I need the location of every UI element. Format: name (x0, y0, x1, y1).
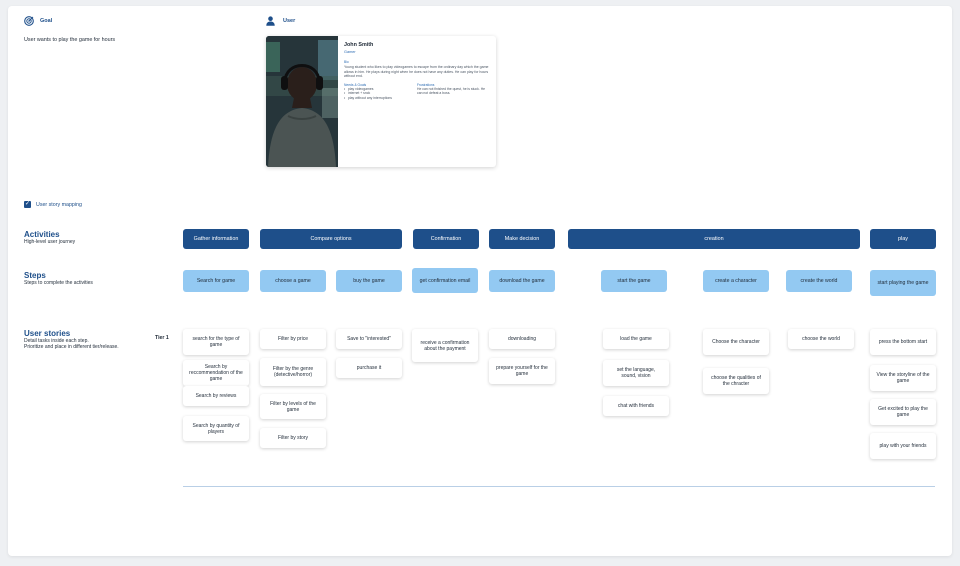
story-card[interactable]: press the bottom start (870, 329, 936, 355)
target-icon (24, 16, 34, 26)
steps-subtitle: Steps to complete the activities (24, 280, 93, 286)
story-card[interactable]: Search by reviews (183, 386, 249, 406)
stories-title: User stories (24, 329, 71, 338)
need-item: play without any interruptions (344, 96, 417, 101)
activity-card[interactable]: Make decision (489, 229, 555, 249)
story-card[interactable]: downloading (489, 329, 555, 349)
story-mapping-label: User story mapping (36, 202, 82, 208)
tier-label: Tier 1 (155, 335, 169, 341)
bio-heading: Bio (344, 60, 349, 64)
step-card[interactable]: get confirmation email (412, 268, 478, 293)
story-card[interactable]: Save to "interested" (336, 329, 402, 349)
user-label: User (283, 18, 296, 24)
goal-text: User wants to play the game for hours (24, 37, 116, 43)
step-card[interactable]: Search for game (183, 270, 249, 292)
release-divider (183, 486, 935, 487)
story-card[interactable]: Choose the character (703, 329, 769, 355)
step-card[interactable]: download the game (489, 270, 555, 292)
activities-row-label: Activities High-level user journey (24, 230, 75, 245)
story-card[interactable]: purchase it (336, 358, 402, 378)
stories-row-label: User stories Detail tasks inside each st… (24, 329, 119, 350)
story-mapping-checkbox[interactable]: ✓ (24, 201, 31, 208)
story-card[interactable]: View the storyline of the game (870, 365, 936, 391)
step-card[interactable]: start playing the game (870, 270, 936, 296)
needs-column: Needs & Goals play videogames internet +… (344, 83, 417, 101)
stories-subtitle-2: Prioritize and place in different tier/r… (24, 344, 119, 350)
story-card[interactable]: Search by reccommendation of the game (183, 360, 249, 386)
persona-photo (266, 36, 338, 167)
story-card[interactable]: Filter by story (260, 428, 326, 448)
step-card[interactable]: create the world (786, 270, 852, 292)
story-card[interactable]: Filter by levels of the game (260, 394, 326, 419)
activity-card[interactable]: Confirmation (413, 229, 479, 249)
story-card[interactable]: prepare yourself for the game (489, 358, 555, 384)
frustrations-text: He can not finished the quest, he is stu… (417, 86, 486, 96)
persona-details: John Smith Gamer Bio Young student who l… (344, 42, 490, 100)
person-icon (266, 16, 275, 26)
activities-title: Activities (24, 230, 60, 239)
story-card[interactable]: Filter by price (260, 329, 326, 349)
persona-card: John Smith Gamer Bio Young student who l… (266, 36, 496, 167)
persona-name: John Smith (344, 42, 374, 48)
activities-subtitle: High-level user journey (24, 239, 76, 245)
story-card[interactable]: search for the type of game (183, 329, 249, 355)
step-card[interactable]: create a character (703, 270, 769, 292)
story-card[interactable]: receive a confirmation about the payment (412, 329, 478, 362)
story-card[interactable]: Filter by the genre (detective/horror) (260, 358, 326, 386)
step-card[interactable]: choose a game (260, 270, 326, 292)
frustrations-column: Frustrations He can not finished the que… (417, 83, 490, 100)
story-card[interactable]: load the game (603, 329, 669, 349)
story-card[interactable]: choose the world (788, 329, 854, 349)
step-card[interactable]: buy the game (336, 270, 402, 292)
activity-card[interactable]: creation (568, 229, 860, 249)
step-card[interactable]: start the game (601, 270, 667, 292)
activity-card[interactable]: Gather information (183, 229, 249, 249)
goal-label: Goal (40, 18, 53, 24)
gamer-illustration (266, 36, 338, 167)
persona-bio: Young student who likes to play videogam… (344, 65, 489, 79)
story-card[interactable]: play with your friends (870, 433, 936, 459)
activity-card[interactable]: Compare options (260, 229, 402, 249)
story-card[interactable]: choose the qualities of the chracter (703, 368, 769, 394)
story-card[interactable]: set the language, sound, vision (603, 360, 669, 386)
steps-title: Steps (24, 271, 46, 280)
persona-role: Gamer (344, 50, 356, 54)
story-card[interactable]: Get excited to play the game (870, 399, 936, 425)
story-card[interactable]: chat with friends (603, 396, 669, 416)
steps-row-label: Steps Steps to complete the activities (24, 271, 93, 286)
story-card[interactable]: Search by quantity of players (183, 416, 249, 441)
activity-card[interactable]: play (870, 229, 936, 249)
